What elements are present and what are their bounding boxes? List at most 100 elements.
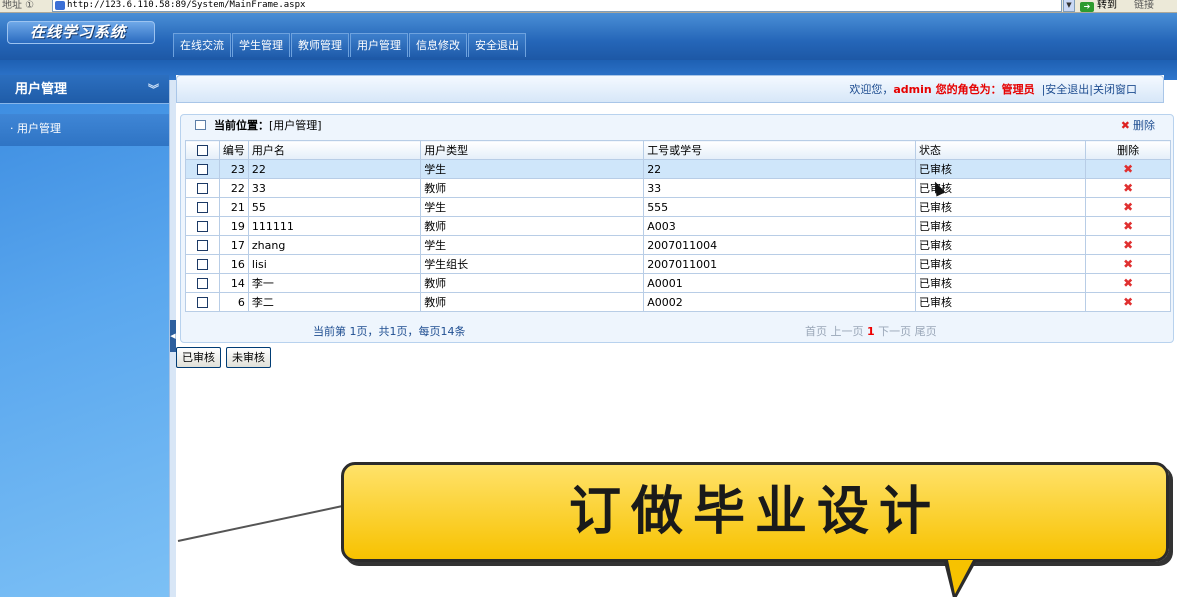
promo-banner-text: 订做毕业设计	[568, 482, 941, 542]
nav-tab-logout[interactable]: 安全退出	[468, 33, 526, 57]
table-row[interactable]: 17 zhang 学生 2007011004 已审核 ✖	[185, 235, 1171, 255]
nav-tab-teachers[interactable]: 教师管理	[291, 33, 349, 57]
table-row[interactable]: 16 lisi 学生组长 2007011001 已审核 ✖	[185, 254, 1171, 274]
row-checkbox[interactable]	[185, 178, 220, 198]
row-checkbox[interactable]	[185, 254, 220, 274]
sidebar-title-label: 用户管理	[15, 82, 68, 97]
row-checkbox[interactable]	[185, 197, 220, 217]
location-value: [用户管理]	[269, 119, 322, 132]
row-delete-button[interactable]: ✖	[1085, 292, 1171, 312]
promo-banner: 订做毕业设计	[341, 462, 1169, 597]
checkbox[interactable]	[196, 278, 208, 289]
row-delete-button[interactable]: ✖	[1085, 235, 1171, 255]
logout-link[interactable]: 安全退出	[1045, 83, 1089, 96]
row-id: 19	[218, 216, 249, 236]
chevron-down-icon[interactable]: ︾	[148, 75, 159, 104]
checkbox[interactable]	[196, 240, 208, 251]
current-page: 1	[867, 325, 875, 338]
checkbox[interactable]	[196, 183, 208, 194]
delete-x-icon[interactable]: ✖	[1123, 200, 1133, 214]
table-row[interactable]: 19 111111 教师 A003 已审核 ✖	[185, 216, 1171, 236]
table-header-row: 编号 用户名 用户类型 工号或学号 状态 删除	[185, 140, 1171, 160]
prev-page-link[interactable]: 上一页	[831, 325, 864, 338]
row-username: 55	[247, 197, 422, 217]
nav-tab-users[interactable]: 用户管理	[350, 33, 408, 57]
row-delete-button[interactable]: ✖	[1085, 273, 1171, 293]
checkbox[interactable]	[196, 221, 208, 232]
ie-page-icon	[55, 1, 65, 10]
nav-tab-students[interactable]: 学生管理	[232, 33, 290, 57]
address-input[interactable]: http://123.6.110.58:89/System/MainFrame.…	[52, 0, 1062, 12]
sidebar: 用户管理 ︾ · 用户管理	[0, 75, 169, 597]
address-label: 地址 ①	[2, 0, 35, 11]
row-delete-button[interactable]: ✖	[1085, 254, 1171, 274]
column-header-number: 工号或学号	[643, 140, 917, 160]
last-page-link[interactable]: 尾页	[915, 325, 937, 338]
row-delete-button[interactable]: ✖	[1085, 178, 1171, 198]
delete-x-icon[interactable]: ✖	[1123, 219, 1133, 233]
row-status: 已审核	[915, 159, 1087, 179]
close-window-link[interactable]: 关闭窗口	[1093, 83, 1137, 96]
delete-x-icon[interactable]: ✖	[1123, 295, 1133, 309]
row-checkbox[interactable]	[185, 159, 220, 179]
next-page-link[interactable]: 下一页	[878, 325, 911, 338]
row-usertype: 教师	[420, 216, 645, 236]
sidebar-splitter[interactable]: ◀	[169, 80, 176, 597]
delete-x-icon[interactable]: ✖	[1123, 162, 1133, 176]
checkbox[interactable]	[196, 297, 208, 308]
table-row[interactable]: 22 33 教师 33 已审核 ✖	[185, 178, 1171, 198]
row-id: 6	[218, 292, 249, 312]
table-row[interactable]: 23 22 学生 22 已审核 ✖	[185, 159, 1171, 179]
nav-tab-chat[interactable]: 在线交流	[173, 33, 231, 57]
unapproved-button[interactable]: 未审核	[226, 347, 271, 368]
delete-icon: ✖	[1120, 119, 1130, 132]
row-delete-button[interactable]: ✖	[1085, 216, 1171, 236]
row-usertype: 学生组长	[420, 254, 645, 274]
address-dropdown-icon[interactable]: ▼	[1063, 0, 1075, 12]
go-button[interactable]: ➔ 转到	[1080, 0, 1117, 12]
approved-button[interactable]: 已审核	[176, 347, 221, 368]
row-number: 2007011001	[643, 254, 917, 274]
row-checkbox[interactable]	[185, 273, 220, 293]
welcome-greeting: 欢迎您，	[849, 83, 894, 96]
first-page-link[interactable]: 首页	[805, 325, 827, 338]
welcome-user: admin	[893, 83, 932, 96]
row-delete-button[interactable]: ✖	[1085, 197, 1171, 217]
sidebar-item-user-management[interactable]: · 用户管理	[0, 114, 169, 146]
column-header-status: 状态	[915, 140, 1087, 160]
select-all-checkbox[interactable]	[185, 140, 220, 160]
row-checkbox[interactable]	[185, 216, 220, 236]
delete-selected-button[interactable]: ✖ 删除	[1121, 115, 1155, 137]
delete-x-icon[interactable]: ✖	[1123, 257, 1133, 271]
row-usertype: 教师	[420, 273, 645, 293]
row-checkbox[interactable]	[185, 292, 220, 312]
go-arrow-icon: ➔	[1080, 2, 1094, 12]
checkbox[interactable]	[196, 259, 208, 270]
table-row[interactable]: 21 55 学生 555 已审核 ✖	[185, 197, 1171, 217]
address-url: http://123.6.110.58:89/System/MainFrame.…	[67, 0, 306, 10]
sidebar-title[interactable]: 用户管理 ︾	[0, 75, 169, 104]
links-label[interactable]: 链接	[1134, 0, 1154, 12]
row-usertype: 教师	[420, 178, 645, 198]
row-delete-button[interactable]: ✖	[1085, 159, 1171, 179]
delete-x-icon[interactable]: ✖	[1123, 238, 1133, 252]
row-username: 李二	[247, 292, 422, 312]
nav-tab-profile[interactable]: 信息修改	[409, 33, 467, 57]
table-row[interactable]: 6 李二 教师 A0002 已审核 ✖	[185, 292, 1171, 312]
pagination-nav: 首页 上一页 1 下一页 尾页	[805, 323, 937, 341]
column-header-usertype: 用户类型	[420, 140, 645, 160]
column-header-username: 用户名	[247, 140, 422, 160]
row-username: 111111	[247, 216, 422, 236]
location-label: 当前位置：	[214, 119, 269, 132]
checkbox[interactable]	[196, 202, 208, 213]
row-id: 23	[218, 159, 249, 179]
row-id: 17	[218, 235, 249, 255]
go-label: 转到	[1097, 0, 1117, 11]
row-usertype: 学生	[420, 159, 645, 179]
row-status: 已审核	[915, 197, 1087, 217]
checkbox[interactable]	[196, 164, 208, 175]
row-checkbox[interactable]	[185, 235, 220, 255]
table-row[interactable]: 14 李一 教师 A0001 已审核 ✖	[185, 273, 1171, 293]
delete-x-icon[interactable]: ✖	[1123, 276, 1133, 290]
delete-x-icon[interactable]: ✖	[1123, 181, 1133, 195]
